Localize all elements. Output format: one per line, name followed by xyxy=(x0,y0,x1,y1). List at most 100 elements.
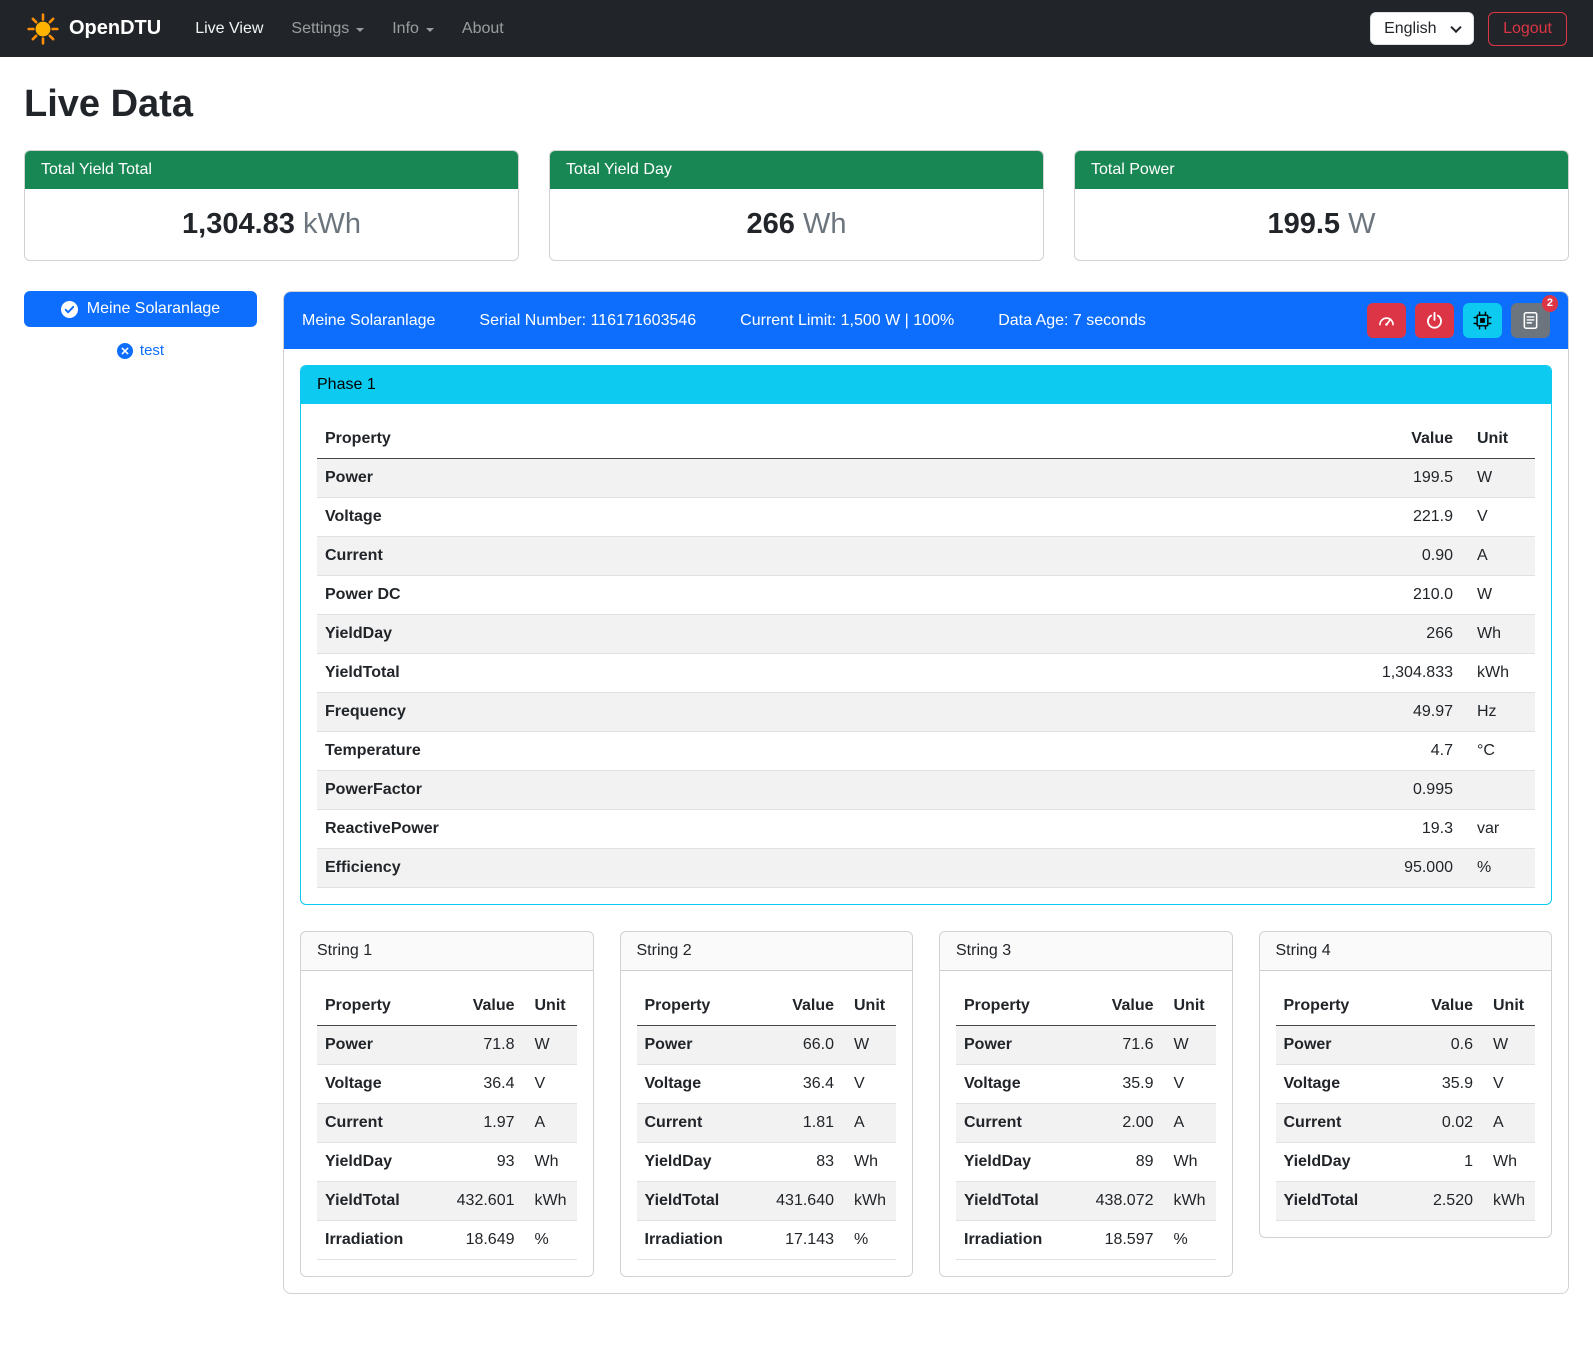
value-cell: 36.4 xyxy=(795,1065,842,1103)
unit-cell: Wh xyxy=(1162,1143,1216,1181)
table-row: Power 71.6 W xyxy=(956,1026,1216,1065)
value-header: Value xyxy=(465,987,523,1025)
property-cell: Temperature xyxy=(317,732,1423,770)
table-row: YieldTotal 2.520 kWh xyxy=(1276,1182,1536,1221)
table-row: Power DC 210.0 W xyxy=(317,576,1535,615)
table-row: YieldDay 93 Wh xyxy=(317,1143,577,1182)
unit-cell: Hz xyxy=(1461,693,1535,731)
table-row: YieldDay 83 Wh xyxy=(637,1143,897,1182)
value-cell: 17.143 xyxy=(777,1221,842,1259)
value-cell: 2.520 xyxy=(1425,1182,1481,1220)
unit-cell: W xyxy=(1461,576,1535,614)
property-cell: YieldDay xyxy=(956,1143,1128,1181)
table-row: Current 1.97 A xyxy=(317,1104,577,1143)
inverter-panel-header: Meine Solaranlage Serial Number: 1161716… xyxy=(284,292,1568,349)
property-cell: Voltage xyxy=(317,498,1405,536)
table-header-row: Property Value Unit xyxy=(317,987,577,1026)
language-select[interactable]: English xyxy=(1370,12,1474,45)
value-cell: 93 xyxy=(489,1143,523,1181)
summary-card: Total Yield Total 1,304.83 kWh xyxy=(24,150,519,261)
unit-cell: A xyxy=(842,1104,896,1142)
value-cell: 0.6 xyxy=(1443,1026,1481,1064)
inverter-sidebar: Meine Solaranlage test xyxy=(24,291,257,359)
value-cell: 2.00 xyxy=(1114,1104,1161,1142)
check-circle-icon xyxy=(61,301,78,318)
value-cell: 49.97 xyxy=(1405,693,1461,731)
value-cell: 19.3 xyxy=(1414,810,1461,848)
property-cell: PowerFactor xyxy=(317,771,1405,809)
value-cell: 0.995 xyxy=(1405,771,1461,809)
unit-cell: V xyxy=(1481,1065,1535,1103)
sidebar-item-active-inverter[interactable]: Meine Solaranlage xyxy=(24,291,257,327)
value-cell: 4.7 xyxy=(1423,732,1461,770)
property-cell: Current xyxy=(317,1104,475,1142)
inverter-panel: Meine Solaranlage Serial Number: 1161716… xyxy=(283,291,1569,1294)
table-header-row: Property Value Unit xyxy=(317,420,1535,459)
power-button[interactable] xyxy=(1415,303,1454,338)
device-info-button[interactable] xyxy=(1463,303,1502,338)
property-cell: YieldDay xyxy=(317,615,1418,653)
nav-live-view[interactable]: Live View xyxy=(181,12,277,46)
property-cell: Voltage xyxy=(317,1065,475,1103)
table-row: Frequency 49.97 Hz xyxy=(317,693,1535,732)
table-row: PowerFactor 0.995 xyxy=(317,771,1535,810)
unit-header: Unit xyxy=(842,987,896,1025)
property-cell: YieldDay xyxy=(637,1143,809,1181)
value-cell: 0.90 xyxy=(1414,537,1461,575)
brand-link[interactable]: OpenDTU xyxy=(26,12,161,46)
unit-cell: W xyxy=(1162,1026,1216,1064)
string-card-title: String 2 xyxy=(621,932,913,971)
summary-value-unit: kWh xyxy=(295,208,361,240)
property-cell: Current xyxy=(317,537,1414,575)
property-cell: Voltage xyxy=(956,1065,1114,1103)
chevron-down-icon xyxy=(426,28,434,32)
limit-settings-button[interactable] xyxy=(1367,303,1406,338)
value-cell: 18.597 xyxy=(1097,1221,1162,1259)
table-header-row: Property Value Unit xyxy=(956,987,1216,1026)
property-cell: YieldDay xyxy=(317,1143,489,1181)
string-card-title: String 3 xyxy=(940,932,1232,971)
sun-logo-icon xyxy=(26,12,60,46)
nav-settings-label: Settings xyxy=(291,20,349,38)
property-cell: Irradiation xyxy=(637,1221,778,1259)
value-cell: 438.072 xyxy=(1088,1182,1162,1220)
property-header: Property xyxy=(1276,987,1424,1025)
unit-cell: Wh xyxy=(842,1143,896,1181)
table-row: Current 0.02 A xyxy=(1276,1104,1536,1143)
nav-settings[interactable]: Settings xyxy=(277,12,378,46)
property-cell: YieldTotal xyxy=(956,1182,1088,1220)
nav-links: Live View Settings Info About xyxy=(181,12,518,46)
table-header-row: Property Value Unit xyxy=(637,987,897,1026)
property-header: Property xyxy=(317,987,465,1025)
unit-cell: % xyxy=(1162,1221,1216,1259)
property-cell: Current xyxy=(956,1104,1114,1142)
events-count-badge: 2 xyxy=(1542,295,1558,312)
table-row: YieldDay 89 Wh xyxy=(956,1143,1216,1182)
unit-header: Unit xyxy=(523,987,577,1025)
sidebar-item-label: Meine Solaranlage xyxy=(87,300,220,318)
value-cell: 432.601 xyxy=(449,1182,523,1220)
value-cell: 221.9 xyxy=(1405,498,1461,536)
nav-about[interactable]: About xyxy=(448,12,518,46)
unit-cell: kWh xyxy=(842,1182,896,1220)
table-row: Efficiency 95.000 % xyxy=(317,849,1535,888)
sidebar-item-test-inverter[interactable]: test xyxy=(24,342,257,359)
nav-info[interactable]: Info xyxy=(378,12,448,46)
value-cell: 0.02 xyxy=(1434,1104,1481,1142)
property-header: Property xyxy=(637,987,785,1025)
value-cell: 71.6 xyxy=(1114,1026,1161,1064)
phase-table: Property Value Unit Power 199.5 W xyxy=(317,420,1535,888)
unit-cell xyxy=(1461,771,1535,809)
event-log-button[interactable]: 2 xyxy=(1511,303,1550,338)
property-cell: YieldTotal xyxy=(317,1182,449,1220)
chevron-down-icon xyxy=(356,28,364,32)
sidebar-item-label: test xyxy=(140,342,164,359)
unit-cell: A xyxy=(523,1104,577,1142)
table-row: Voltage 35.9 V xyxy=(956,1065,1216,1104)
unit-cell: W xyxy=(842,1026,896,1064)
unit-cell: W xyxy=(523,1026,577,1064)
logout-button[interactable]: Logout xyxy=(1488,12,1567,46)
value-cell: 95.000 xyxy=(1396,849,1461,887)
property-cell: Power xyxy=(637,1026,795,1064)
property-cell: Efficiency xyxy=(317,849,1396,887)
